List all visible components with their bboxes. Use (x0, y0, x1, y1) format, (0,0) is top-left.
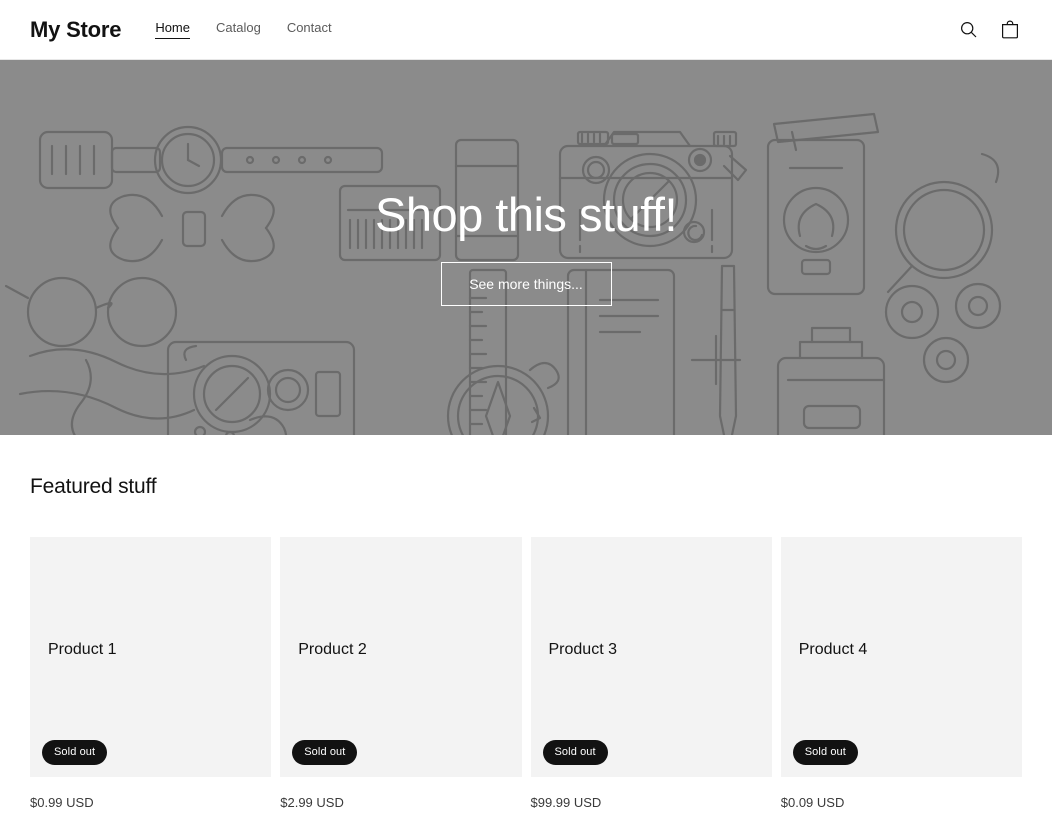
header-actions (956, 18, 1022, 42)
product-card[interactable]: Product 3 Sold out $99.99 USD (530, 537, 772, 810)
search-icon[interactable] (956, 18, 980, 42)
featured-section-title: Featured stuff (30, 475, 157, 498)
hero-cta-button[interactable]: See more things... (440, 262, 612, 307)
product-title: Product 3 (548, 641, 617, 658)
product-grid: Product 1 Sold out $0.99 USD Product 2 S… (30, 537, 1022, 810)
status-badge: Sold out (292, 740, 358, 765)
product-title: Product 2 (298, 641, 367, 658)
hero-banner: Shop this stuff! See more things... (0, 60, 1052, 435)
product-price: $2.99 USD (280, 795, 344, 810)
hero-content: Shop this stuff! See more things... (0, 60, 1052, 435)
product-price: $99.99 USD (530, 795, 602, 810)
status-badge: Sold out (542, 740, 608, 765)
product-price: $0.09 USD (780, 795, 845, 810)
nav-link-home[interactable]: Home (155, 20, 190, 40)
nav-link-catalog[interactable]: Catalog (216, 20, 261, 39)
product-price: $0.99 USD (30, 795, 94, 810)
shopping-cart-icon[interactable] (998, 18, 1022, 42)
featured-section: Featured stuff Product 1 Sold out $0.99 … (0, 435, 1052, 810)
hero-title: Shop this stuff! (374, 187, 678, 241)
product-image-placeholder[interactable]: Product 1 Sold out (30, 537, 272, 777)
product-image-placeholder[interactable]: Product 3 Sold out (530, 537, 772, 777)
product-image-placeholder[interactable]: Product 4 Sold out (780, 537, 1022, 777)
product-title: Product 1 (48, 641, 117, 658)
site-header: My Store Home Catalog Contact (0, 0, 1052, 60)
product-image-placeholder[interactable]: Product 2 Sold out (280, 537, 522, 777)
main-navigation: Home Catalog Contact (155, 20, 332, 40)
product-card[interactable]: Product 4 Sold out $0.09 USD (780, 537, 1022, 810)
store-logo[interactable]: My Store (30, 18, 122, 41)
product-title: Product 4 (798, 641, 868, 658)
status-badge: Sold out (792, 740, 858, 765)
product-card[interactable]: Product 2 Sold out $2.99 USD (280, 537, 522, 810)
status-badge: Sold out (42, 740, 108, 765)
nav-link-contact[interactable]: Contact (287, 20, 332, 39)
product-card[interactable]: Product 1 Sold out $0.99 USD (30, 537, 272, 810)
